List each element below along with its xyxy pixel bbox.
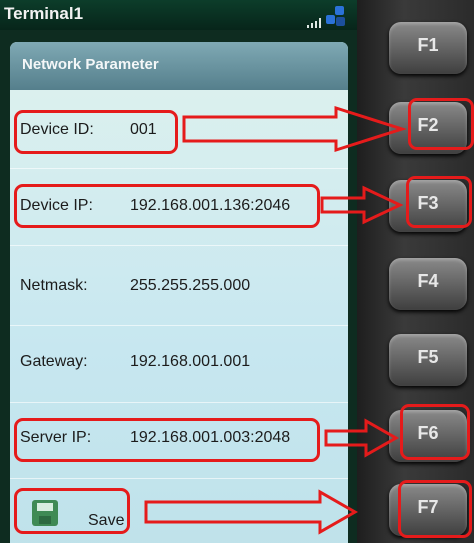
signal-strength-icon bbox=[307, 18, 321, 28]
netmask-label: Netmask: bbox=[20, 277, 88, 294]
device-id-highlight bbox=[14, 110, 178, 154]
gateway-label: Gateway: bbox=[20, 353, 88, 370]
save-highlight bbox=[14, 488, 130, 534]
server-ip-highlight bbox=[14, 418, 320, 462]
function-keypad: F1 F2 F3 F4 F5 F6 F7 bbox=[357, 0, 474, 543]
panel-header: Network Parameter bbox=[10, 42, 348, 90]
row-divider bbox=[10, 245, 348, 246]
row-divider bbox=[10, 478, 348, 479]
row-divider bbox=[10, 325, 348, 326]
f3-highlight bbox=[406, 176, 472, 228]
f1-key[interactable]: F1 bbox=[389, 22, 467, 74]
terminal-title: Terminal1 bbox=[4, 4, 84, 23]
f5-key[interactable]: F5 bbox=[389, 334, 467, 386]
f7-highlight bbox=[398, 480, 472, 538]
f6-highlight bbox=[400, 404, 470, 460]
f1-key-label: F1 bbox=[417, 35, 439, 55]
network-status-icon bbox=[326, 6, 346, 26]
status-bar: Terminal1 bbox=[0, 0, 357, 30]
f5-key-label: F5 bbox=[417, 347, 439, 367]
f4-key[interactable]: F4 bbox=[389, 258, 467, 310]
device-ip-highlight bbox=[14, 184, 320, 228]
row-divider bbox=[10, 168, 348, 169]
gateway-value: 192.168.001.001 bbox=[130, 353, 251, 370]
f4-key-label: F4 bbox=[417, 271, 439, 291]
f2-highlight bbox=[408, 98, 474, 150]
panel-title: Network Parameter bbox=[22, 56, 159, 73]
netmask-value: 255.255.255.000 bbox=[130, 277, 251, 294]
row-divider bbox=[10, 402, 348, 403]
